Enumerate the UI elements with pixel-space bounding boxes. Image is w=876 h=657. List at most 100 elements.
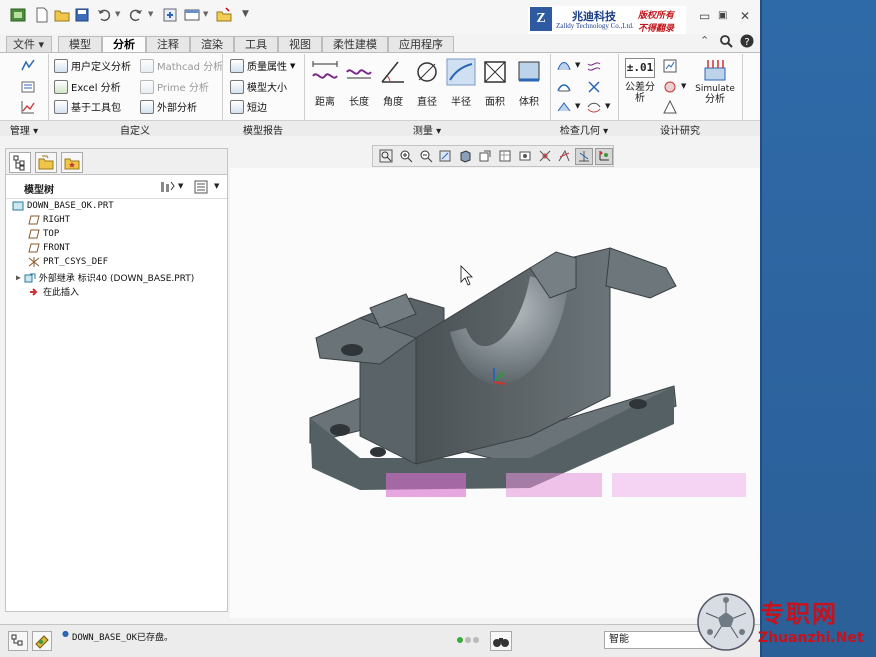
view-manager-button[interactable] (496, 148, 514, 165)
tab-model[interactable]: 模型 (58, 36, 102, 52)
perspective-button[interactable] (516, 148, 534, 165)
external-analysis-button[interactable]: 外部分析 (140, 99, 197, 114)
datum-display-button[interactable] (536, 148, 554, 165)
measure-distance-button[interactable]: 距离 (308, 58, 342, 108)
search-icon[interactable] (719, 34, 733, 48)
zoom-in-button[interactable] (397, 148, 415, 165)
relations-icon[interactable] (20, 58, 36, 74)
section-icon[interactable] (556, 79, 572, 95)
zoom-out-button[interactable] (417, 148, 435, 165)
regenerate-icon[interactable] (162, 7, 178, 23)
tree-node-datum-plane[interactable]: TOP (28, 229, 59, 239)
display-style-button[interactable] (456, 148, 474, 165)
deviation-icon[interactable] (586, 58, 602, 74)
redo-dropdown-icon[interactable]: ▼ (148, 10, 153, 18)
favorites-tab[interactable] (61, 152, 83, 173)
saved-orientations-button[interactable] (476, 148, 494, 165)
windows-dropdown-icon[interactable]: ▼ (203, 10, 208, 18)
graph-icon[interactable] (20, 99, 36, 115)
refit-button[interactable] (377, 148, 395, 165)
mass-properties-button[interactable]: 质量属性 ▼ (230, 58, 295, 73)
tree-filter-icon[interactable] (194, 180, 208, 194)
watermark-cn: 专职网 (760, 599, 838, 628)
app-icon[interactable] (10, 7, 26, 23)
tab-analysis[interactable]: 分析 (102, 36, 146, 53)
tree-node-datum-plane[interactable]: RIGHT (28, 215, 70, 225)
open-folder-icon[interactable] (54, 7, 70, 23)
reflection-dropdown-icon[interactable]: ▼ (605, 102, 610, 110)
optimization-icon[interactable] (662, 99, 678, 115)
tree-filter-dropdown-icon[interactable]: ▼ (214, 182, 219, 190)
windows-icon[interactable] (184, 7, 200, 23)
tolerance-analysis-button[interactable]: ±.01 公差分析 (622, 58, 658, 104)
csys-display-button[interactable] (595, 147, 613, 165)
toggle-browser-button[interactable] (32, 631, 52, 651)
tree-settings-icon[interactable] (159, 180, 175, 194)
dihedral-icon[interactable] (556, 99, 572, 115)
tree-node-external-inheritance[interactable]: ▶ 外部继承 标识40 (DOWN_BASE.PRT) (16, 271, 194, 284)
repaint-button[interactable] (436, 148, 454, 165)
title-bar: ▼ ▼ ▼ ▼ Z 兆迪科技 Zalldy Technology Co.,Ltd… (0, 0, 760, 34)
tree-settings-dropdown-icon[interactable]: ▼ (178, 182, 183, 190)
parameters-icon[interactable] (20, 79, 36, 95)
find-button[interactable] (490, 631, 512, 651)
group-inspect-geometry[interactable]: 检查几何 ▾ (550, 122, 618, 137)
tab-flexible-modeling[interactable]: 柔性建模 (322, 36, 388, 52)
collapse-ribbon-icon[interactable]: ⌃ (700, 34, 709, 47)
reflection-icon[interactable] (586, 99, 602, 115)
tree-node-datum-plane[interactable]: FRONT (28, 243, 70, 253)
mathcad-analysis-button[interactable]: Mathcad 分析 (140, 58, 223, 73)
annotation-display-button[interactable] (555, 148, 573, 165)
csys-display-icon (599, 151, 610, 161)
help-icon[interactable]: ? (740, 34, 754, 48)
graphics-viewport[interactable] (230, 168, 760, 618)
curvature-icon[interactable] (556, 58, 572, 74)
short-edge-button[interactable]: 短边 (230, 99, 267, 114)
save-icon[interactable] (74, 7, 90, 23)
feasibility-icon[interactable] (662, 79, 678, 95)
excel-analysis-button[interactable]: Excel 分析 (54, 79, 121, 94)
sensitivity-icon[interactable] (662, 58, 678, 74)
tree-node-part[interactable]: DOWN_BASE_OK.PRT (12, 201, 114, 211)
model-tree-tab[interactable] (9, 152, 31, 173)
new-file-icon[interactable] (34, 7, 50, 23)
draft-icon[interactable] (586, 79, 602, 95)
feasibility-dropdown-icon[interactable]: ▼ (681, 82, 686, 90)
group-measure[interactable]: 测量 ▾ (304, 122, 550, 137)
tab-render[interactable]: 渲染 (190, 36, 234, 52)
prime-analysis-button[interactable]: Prime 分析 (140, 79, 209, 94)
tree-node-csys[interactable]: PRT_CSYS_DEF (28, 257, 108, 267)
user-defined-analysis-button[interactable]: 用户定义分析 (54, 58, 131, 73)
tree-node-insert-here[interactable]: 在此插入 (28, 285, 79, 298)
measure-diameter-button[interactable]: 直径 (410, 58, 444, 108)
measure-radius-button[interactable]: 半径 (444, 58, 478, 108)
model-size-button[interactable]: 模型大小 (230, 79, 287, 94)
plane-display-button[interactable] (575, 147, 594, 165)
dihedral-dropdown-icon[interactable]: ▼ (575, 102, 580, 110)
measure-angle-button[interactable]: 角度 (376, 58, 410, 108)
close-icon[interactable]: ✕ (740, 9, 750, 23)
tab-tools[interactable]: 工具 (234, 36, 278, 52)
tab-applications[interactable]: 应用程序 (388, 36, 454, 52)
customize-toolbar-icon[interactable]: ▼ (242, 9, 249, 19)
close-window-folder-icon[interactable] (216, 7, 232, 23)
undo-dropdown-icon[interactable]: ▼ (115, 10, 120, 18)
measure-area-button[interactable]: 面积 (478, 58, 512, 108)
redo-icon[interactable] (128, 7, 144, 23)
minimize-icon[interactable]: ▭ (699, 9, 710, 23)
curvature-dropdown-icon[interactable]: ▼ (575, 61, 580, 69)
expand-arrow-icon[interactable]: ▶ (16, 273, 21, 282)
tab-file[interactable]: 文件 ▾ (6, 36, 52, 52)
tab-view[interactable]: 视图 (278, 36, 322, 52)
mass-dropdown-icon[interactable]: ▼ (290, 62, 295, 70)
group-manage[interactable]: 管理 ▾ (0, 122, 48, 137)
tab-annotate[interactable]: 注释 (146, 36, 190, 52)
folder-browser-tab[interactable] (35, 152, 57, 173)
simulate-analysis-button[interactable]: Simulate 分析 (692, 58, 738, 105)
toggle-navigator-button[interactable] (8, 631, 28, 651)
measure-volume-button[interactable]: 体积 (512, 58, 546, 108)
measure-length-button[interactable]: 长度 (342, 58, 376, 108)
maximize-icon[interactable]: ▣ (718, 10, 727, 21)
undo-icon[interactable] (96, 7, 112, 23)
toolkit-analysis-button[interactable]: 基于工具包 (54, 99, 121, 114)
